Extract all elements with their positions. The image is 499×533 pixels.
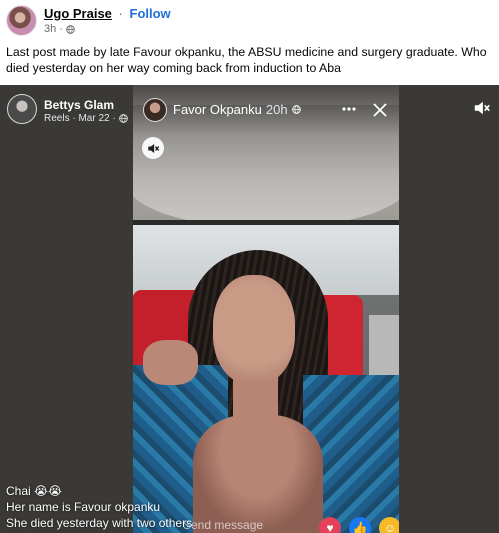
reel-video[interactable]: Bettys Glam Reels · Mar 22 · Favor Okpan… — [0, 85, 499, 533]
subtitle-line: She died yesterday with two others — [6, 516, 193, 530]
reel-author-name[interactable]: Bettys Glam — [44, 98, 114, 112]
globe-icon — [66, 24, 75, 34]
haha-icon[interactable]: ☺ — [379, 517, 399, 533]
author-avatar[interactable] — [6, 5, 37, 36]
story-screen: Favor Okpanku 20h Send message ♥ 👍 ☺ — [133, 85, 399, 533]
close-icon[interactable] — [373, 103, 387, 117]
subtitle-line: Chai 😭😭 — [6, 484, 63, 498]
reel-meta: Reels · Mar 22 · — [44, 113, 128, 124]
post-meta: 3h · — [44, 23, 75, 35]
like-icon[interactable]: 👍 — [349, 517, 371, 533]
reel-meta-text: Reels · Mar 22 · — [44, 113, 116, 124]
author-line: Ugo Praise · Follow — [44, 6, 171, 21]
globe-icon — [291, 105, 301, 114]
video-subtitles: Chai 😭😭 Her name is Favour okpanku She d… — [6, 483, 216, 531]
post-time[interactable]: 3h — [44, 23, 56, 35]
subtitle-line: Her name is Favour okpanku — [6, 500, 161, 514]
separator: · — [118, 6, 123, 21]
globe-icon — [118, 114, 128, 123]
story-author-line: Favor Okpanku 20h — [173, 102, 301, 117]
story-author-avatar[interactable] — [143, 98, 167, 122]
author-name[interactable]: Ugo Praise — [44, 6, 112, 21]
story-author-name[interactable]: Favor Okpanku — [173, 102, 262, 117]
reel-author-avatar[interactable] — [7, 94, 37, 124]
follow-button[interactable]: Follow — [130, 6, 171, 21]
person-face — [213, 275, 295, 385]
more-horizontal-icon[interactable] — [341, 101, 357, 117]
person-hand — [143, 340, 198, 385]
love-icon[interactable]: ♥ — [319, 517, 341, 533]
speaker-muted-icon[interactable] — [473, 99, 491, 117]
post-caption: Last post made by late Favour okpanku, t… — [6, 45, 487, 75]
story-time: 20h — [265, 102, 288, 117]
time-separator: · — [59, 23, 63, 35]
speaker-muted-icon — [147, 143, 159, 153]
sound-toggle-button[interactable] — [142, 137, 164, 159]
post-header: Ugo Praise · Follow 3h · — [0, 0, 499, 40]
